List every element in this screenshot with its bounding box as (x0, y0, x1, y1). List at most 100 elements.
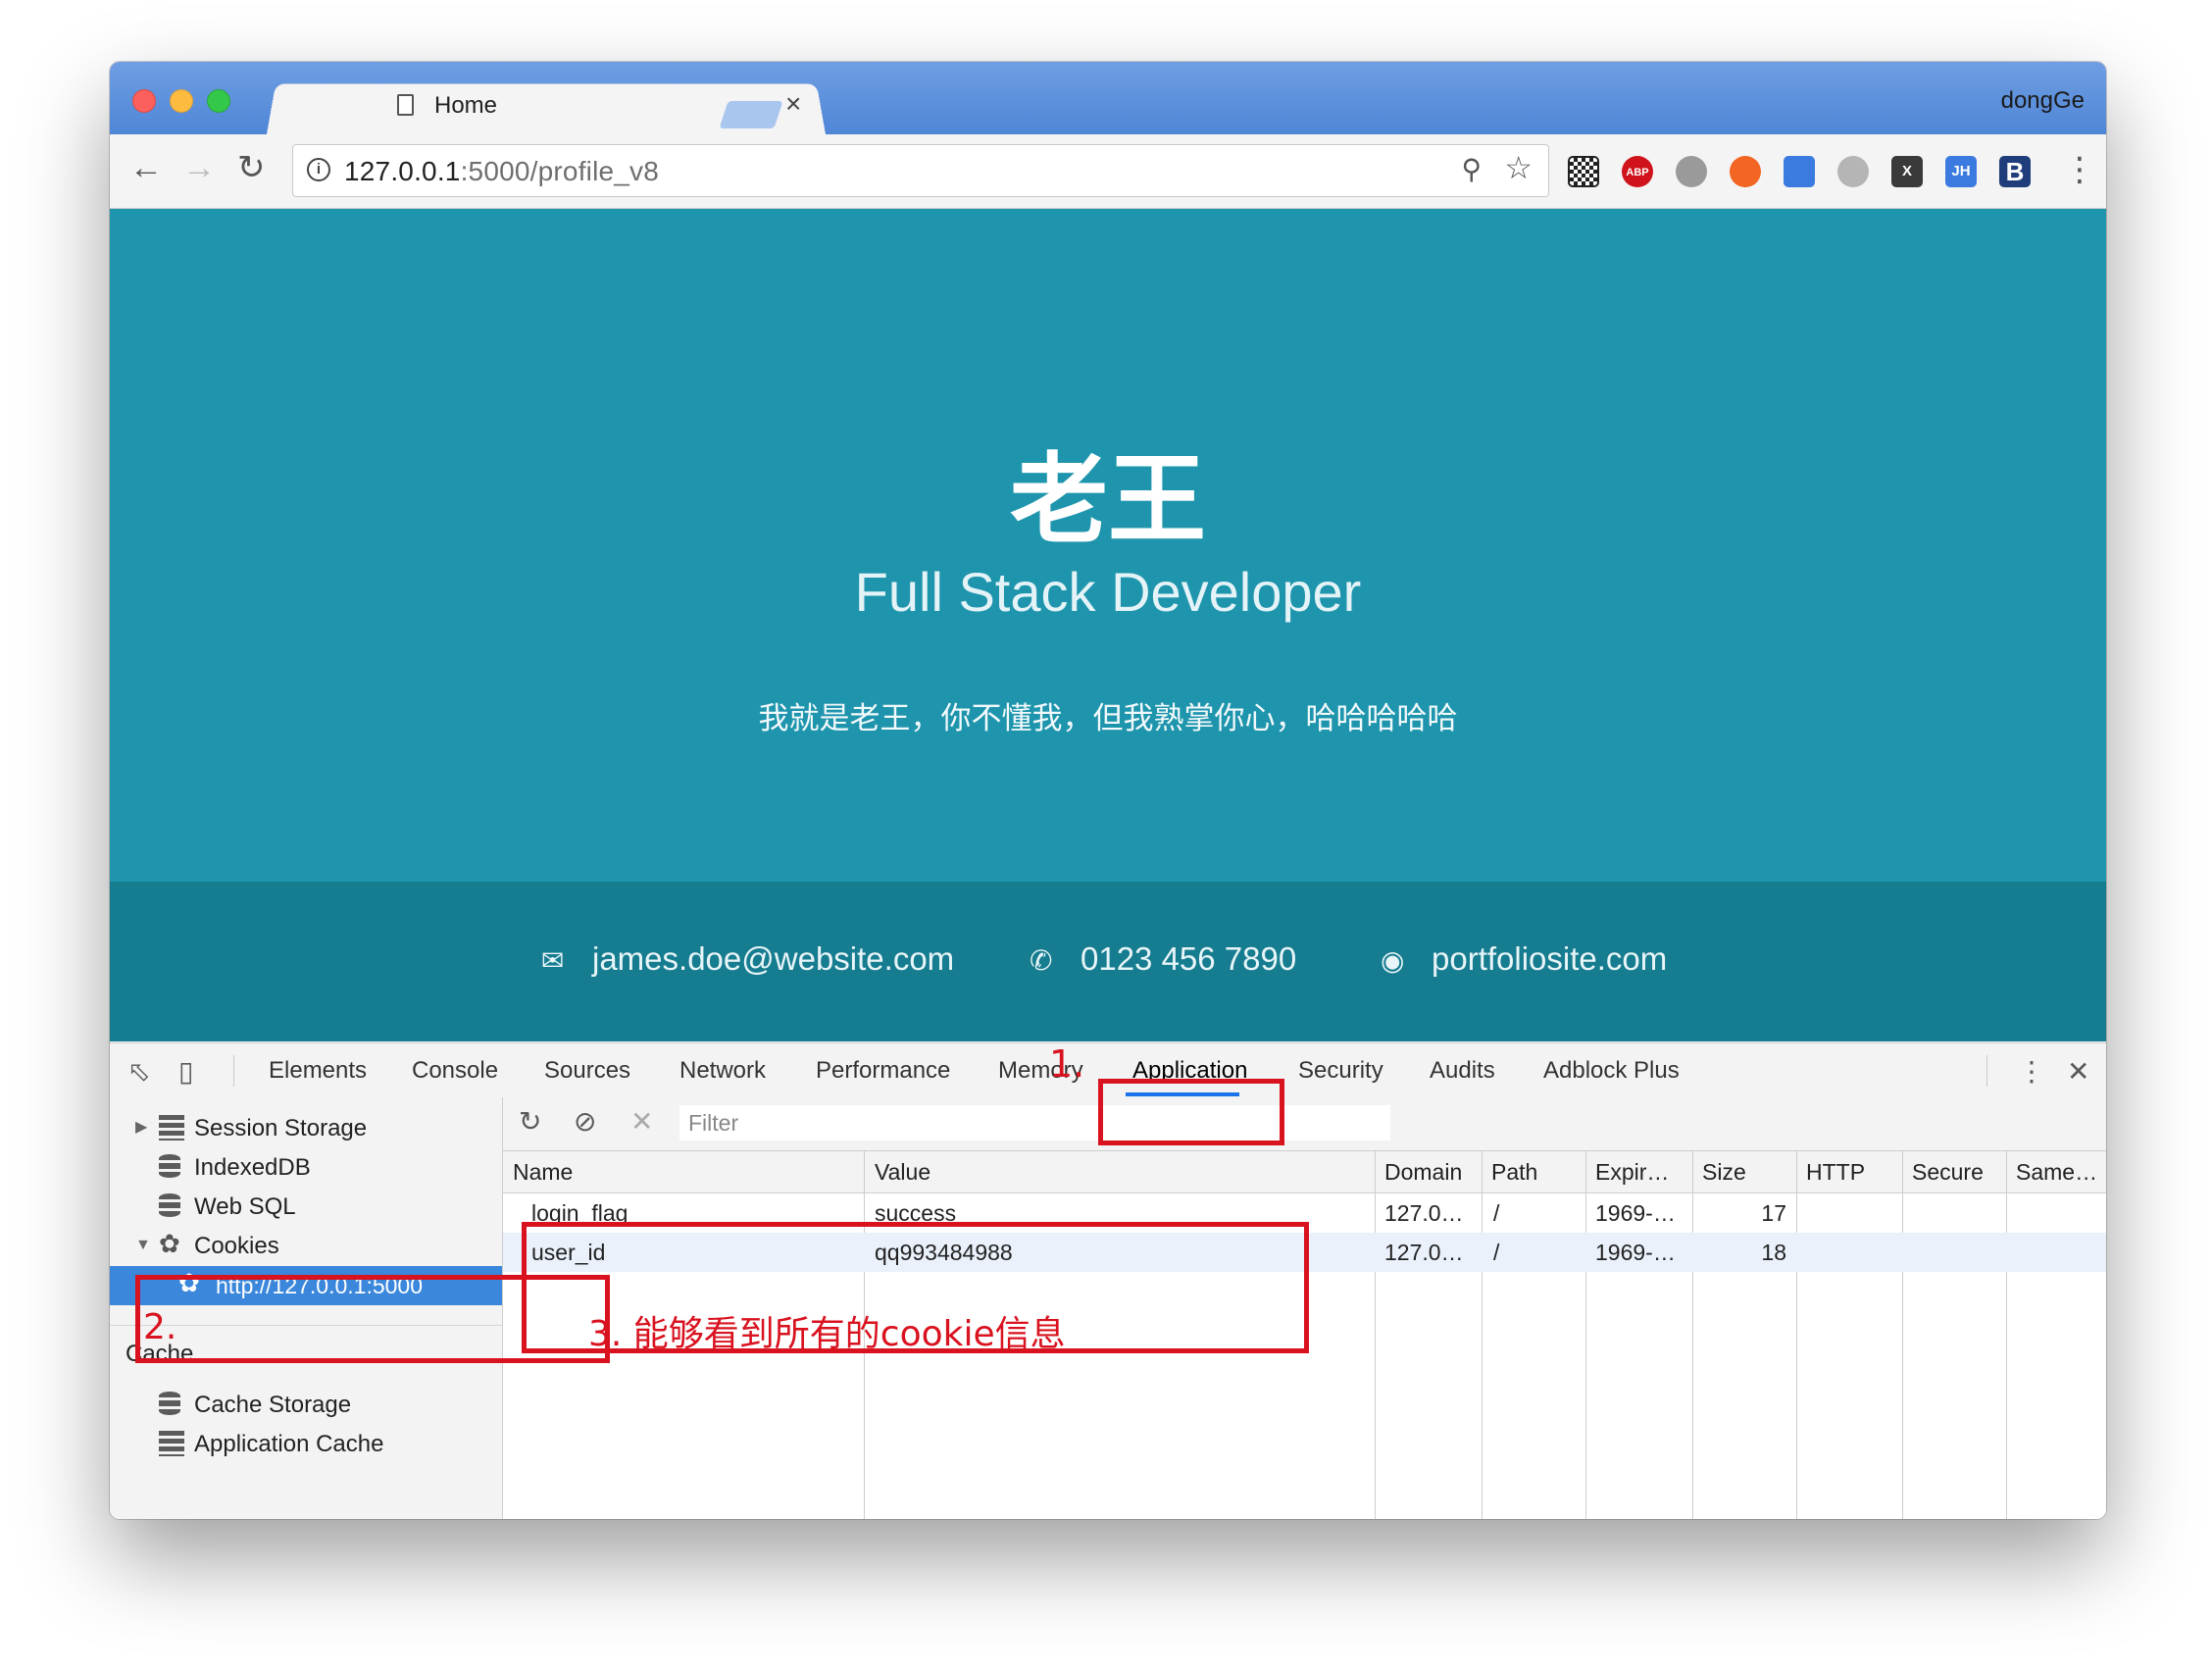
site-info-icon[interactable]: i (307, 158, 330, 181)
qr-code-icon[interactable] (1568, 156, 1599, 187)
column-value[interactable]: Value (875, 1159, 930, 1186)
column-samesite[interactable]: Same… (2016, 1159, 2097, 1186)
adblock-plus-icon[interactable]: ABP (1622, 156, 1653, 187)
column-name[interactable]: Name (513, 1159, 573, 1186)
tab-network[interactable]: Network (679, 1057, 766, 1085)
cookie-icon: ✿ (159, 1229, 180, 1258)
cell-domain: 127.0… (1384, 1200, 1464, 1226)
collapse-triangle-icon[interactable]: ▼ (135, 1237, 151, 1254)
sidebar-label: Session Storage (194, 1115, 368, 1141)
tab-security[interactable]: Security (1298, 1057, 1383, 1085)
extension-label: ABP (1626, 167, 1649, 178)
profile-name[interactable]: dongGe (2001, 87, 2085, 115)
browser-window: Home × dongGe ← → ↻ i 127.0.0.1:5000/pro… (110, 62, 2106, 1519)
annotation-step-2: 2. (143, 1307, 177, 1347)
translate-icon[interactable] (1784, 156, 1815, 187)
x-extension-icon[interactable]: X (1891, 156, 1923, 187)
hero-bio: 我就是老王，你不懂我，但我熟掌你心，哈哈哈哈哈 (758, 701, 1458, 736)
tab-console[interactable]: Console (412, 1057, 498, 1085)
cell-path: / (1493, 1200, 1500, 1226)
contact-email-text: james.doe@website.com (592, 940, 955, 977)
cell-expires: 1969-… (1595, 1240, 1676, 1265)
database-icon (159, 1392, 180, 1415)
sidebar-label: Cookies (194, 1233, 279, 1259)
cell-size: 17 (1761, 1200, 1786, 1226)
title-bar: Home × dongGe (110, 62, 2106, 134)
cookie-table-header: Name Value Domain Path Expir… Size HTTP … (503, 1151, 2106, 1193)
sidebar-label: Web SQL (194, 1193, 296, 1220)
tab-adblock-plus[interactable]: Adblock Plus (1543, 1057, 1680, 1085)
key-icon[interactable]: ⚲ (1461, 153, 1482, 185)
bookmark-star-icon[interactable]: ☆ (1504, 149, 1533, 186)
jh-extension-icon[interactable]: JH (1945, 156, 1977, 187)
database-icon (159, 1154, 180, 1178)
globe-icon[interactable] (1676, 156, 1707, 187)
delete-selected-icon[interactable]: ✕ (630, 1105, 653, 1138)
toolbar-divider (1986, 1055, 1987, 1087)
contact-phone-text: 0123 456 7890 (1081, 940, 1297, 977)
new-tab-button[interactable] (719, 101, 783, 128)
column-domain[interactable]: Domain (1384, 1159, 1462, 1186)
url-text[interactable]: 127.0.0.1:5000/profile_v8 (344, 156, 659, 187)
bold-b-extension-icon[interactable]: B (1999, 156, 2031, 187)
envelope-icon: ✉ (541, 945, 565, 976)
cell-path: / (1493, 1240, 1500, 1265)
browser-toolbar: ← → ↻ i 127.0.0.1:5000/profile_v8 ⚲ ☆ AB… (110, 134, 2106, 209)
earth-icon[interactable] (1837, 156, 1869, 187)
expand-triangle-icon[interactable]: ▶ (135, 1117, 147, 1137)
column-secure[interactable]: Secure (1912, 1159, 1984, 1186)
sidebar-label: Cache Storage (194, 1392, 352, 1418)
contact-website-text: portfoliosite.com (1432, 940, 1668, 977)
annotation-step-1: 1. (1049, 1042, 1085, 1086)
minimize-window-button[interactable] (170, 89, 193, 113)
phone-icon: ✆ (1030, 945, 1053, 976)
browser-menu-icon[interactable]: ⋮ (2063, 150, 2096, 189)
table-grid-icon (159, 1115, 184, 1141)
column-size[interactable]: Size (1702, 1159, 1746, 1186)
tab-title: Home (434, 92, 498, 119)
forward-arrow-icon[interactable]: → (182, 148, 216, 187)
cell-domain: 127.0… (1384, 1240, 1464, 1265)
refresh-icon[interactable]: ↻ (519, 1105, 541, 1138)
address-bar[interactable]: i 127.0.0.1:5000/profile_v8 ⚲ ☆ (292, 144, 1549, 197)
sidebar-label: IndexedDB (194, 1154, 311, 1181)
cookies-toolbar: ↻ ⊘ ✕ (503, 1097, 2106, 1151)
extension-label: JH (1951, 163, 1971, 179)
column-expires[interactable]: Expir… (1595, 1159, 1669, 1186)
more-options-icon[interactable]: ⋮ (2018, 1055, 2045, 1088)
toolbar-divider (233, 1055, 234, 1087)
clear-all-icon[interactable]: ⊘ (574, 1105, 596, 1138)
device-toolbar-icon[interactable]: ▯ (178, 1055, 193, 1088)
annotation-step-3: 3. 能够看到所有的cookie信息 (588, 1314, 1066, 1354)
database-icon (159, 1193, 180, 1217)
cell-size: 18 (1761, 1240, 1786, 1265)
cell-expires: 1969-… (1595, 1200, 1676, 1226)
zoom-window-button[interactable] (207, 89, 230, 113)
url-path: :5000/profile_v8 (460, 156, 660, 186)
tab-elements[interactable]: Elements (269, 1057, 367, 1085)
column-http[interactable]: HTTP (1806, 1159, 1865, 1186)
column-path[interactable]: Path (1491, 1159, 1537, 1186)
inspect-element-icon[interactable]: ⬁ (127, 1055, 150, 1088)
globe-icon: ◉ (1381, 945, 1405, 976)
extension-label: B (2005, 157, 2025, 186)
back-arrow-icon[interactable]: ← (129, 148, 163, 187)
tab-audits[interactable]: Audits (1430, 1057, 1495, 1085)
close-window-button[interactable] (132, 89, 156, 113)
page-favicon-icon (397, 94, 414, 116)
tab-sources[interactable]: Sources (544, 1057, 630, 1085)
lifebuoy-icon[interactable] (1730, 156, 1761, 187)
tab-performance[interactable]: Performance (816, 1057, 950, 1085)
extension-label: X (1901, 163, 1912, 179)
sidebar-label: Application Cache (194, 1431, 384, 1457)
contact-bar: ✉ james.doe@website.com ✆ 0123 456 7890 … (110, 882, 2106, 1041)
url-host: 127.0.0.1 (344, 156, 461, 186)
hero-section: 老王 Full Stack Developer 我就是老王，你不懂我，但我熟掌你… (110, 209, 2106, 882)
hero-name: 老王 (1010, 442, 1206, 557)
table-grid-icon (159, 1431, 184, 1456)
tab-close-icon[interactable]: × (785, 88, 801, 120)
reload-icon[interactable]: ↻ (237, 148, 266, 187)
hero-role: Full Stack Developer (854, 561, 1362, 623)
close-devtools-icon[interactable]: ✕ (2067, 1055, 2089, 1088)
annotation-box-application-tab (1098, 1079, 1284, 1145)
